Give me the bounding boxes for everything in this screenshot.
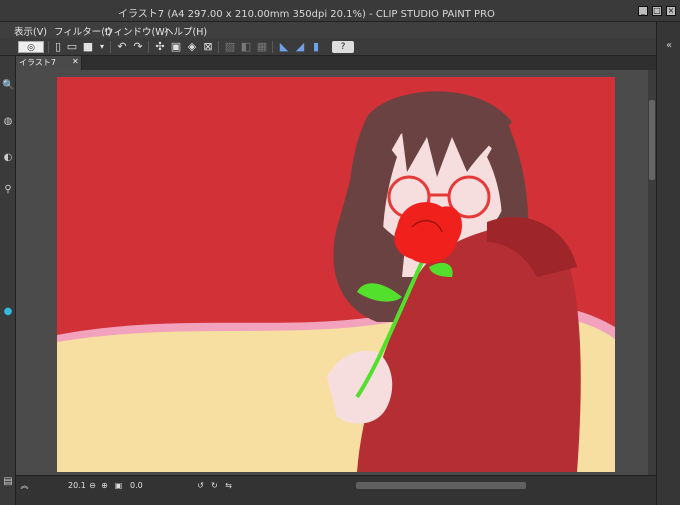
maximize-icon[interactable]: □ [652,6,662,16]
menu-view[interactable]: 表示(V) [14,24,47,38]
status-bar: ︽ 20.1 ⊖ ⊕ ▣ 0.0 ↺ ↻ ⇆ [16,475,656,505]
snap-grid-icon[interactable]: ▮ [310,41,322,53]
tool-palette-collapsed: 🔍 ◍ ◐ ⚲ ● ▤ [0,56,16,505]
horizontal-scroll-thumb[interactable] [356,482,526,489]
minimize-icon[interactable]: _ [638,6,648,16]
title-bar: イラスト7 (A4 297.00 x 210.00mm 350dpi 20.1%… [0,0,680,22]
rotate-left-icon[interactable]: ↺ [196,481,205,490]
zoom-in-icon[interactable]: ⊕ [100,481,109,490]
menu-help[interactable]: ヘルプ(H) [164,24,207,38]
undo-icon[interactable]: ↶ [116,41,128,53]
save-dropdown-icon[interactable]: ▾ [96,41,108,53]
close-icon[interactable]: × [666,6,676,16]
panel-icon[interactable]: ▤ [2,476,14,488]
transform-icon[interactable]: ⊠ [202,41,214,53]
rotate-right-icon[interactable]: ↻ [210,481,219,490]
vertical-scroll-thumb[interactable] [649,100,655,180]
canvas-tab-label: イラスト7 [19,58,56,67]
window-title: イラスト7 (A4 297.00 x 210.00mm 350dpi 20.1%… [118,9,495,20]
redo-icon[interactable]: ↷ [132,41,144,53]
fill-icon[interactable]: ◈ [186,41,198,53]
clear-icon[interactable]: ✣ [154,41,166,53]
illustration-canvas[interactable] [57,77,615,472]
new-file-icon[interactable]: ▯ [52,41,64,53]
tool-icon-2[interactable]: ◐ [2,152,14,164]
zoom-tool-icon[interactable]: 🔍 [2,80,14,92]
navigator-icon[interactable]: ︽ [20,481,29,490]
command-bar: ◎ ▯ ▭ ■ ▾ ↶ ↷ ✣ ▣ ◈ ⊠ ▨ ◧ ▦ ◣ ◢ ▮ ? [0,38,680,56]
menu-window[interactable]: ウィンドウ(W) [104,24,168,38]
expand-panel-icon[interactable]: « [661,40,677,52]
tool-icon-1[interactable]: ◍ [2,116,14,128]
tool-icon-3[interactable]: ⚲ [2,184,14,196]
flip-icon[interactable]: ⇆ [224,481,233,490]
rotation-angle[interactable]: 0.0 [130,481,143,490]
canvas-tab[interactable]: イラスト7 ✕ [16,56,82,70]
help-icon[interactable]: ? [332,41,354,53]
menu-filter[interactable]: フィルター(I) [54,24,112,38]
deselect-icon[interactable]: ▨ [224,41,236,53]
canvas-tab-bar: イラスト7 ✕ [16,56,656,70]
snap-ruler-icon[interactable]: ◣ [278,41,290,53]
zoom-level[interactable]: 20.1 [68,481,86,490]
selection-stamp-icon[interactable]: ▦ [256,41,268,53]
app-logo-icon[interactable]: ◎ [18,41,44,53]
fit-screen-icon[interactable]: ▣ [114,481,123,490]
zoom-out-icon[interactable]: ⊖ [88,481,97,490]
right-panel-collapsed: « [656,22,680,505]
vertical-scrollbar[interactable] [648,70,656,475]
open-file-icon[interactable]: ▭ [66,41,78,53]
snap-special-ruler-icon[interactable]: ◢ [294,41,306,53]
clip-studio-window: イラスト7 (A4 297.00 x 210.00mm 350dpi 20.1%… [0,0,680,505]
tab-close-icon[interactable]: ✕ [72,57,79,66]
invert-selection-icon[interactable]: ◧ [240,41,252,53]
clear-outside-icon[interactable]: ▣ [170,41,182,53]
color-wheel-icon[interactable]: ● [2,306,14,318]
menu-bar: 表示(V) フィルター(I) ウィンドウ(W) ヘルプ(H) [0,22,680,38]
save-icon[interactable]: ■ [82,41,94,53]
